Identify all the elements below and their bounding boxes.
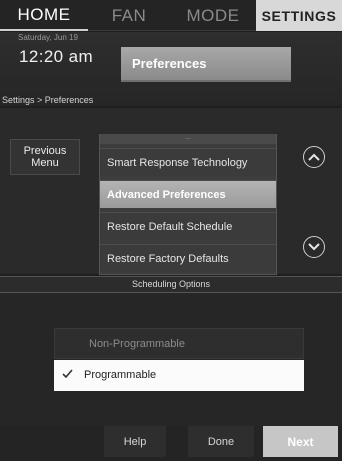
previous-menu-button[interactable]: Previous Menu [10,139,80,175]
top-tab-bar: HOME FAN MODE SETTINGS [0,0,342,31]
next-button[interactable]: Next [263,426,338,457]
tab-fan[interactable]: FAN [88,0,170,31]
help-button[interactable]: Help [104,426,166,457]
option-programmable[interactable]: Programmable [54,360,304,391]
list-item-restore-factory-defaults[interactable]: Restore Factory Defaults [100,244,276,272]
list-item-smart-response[interactable]: Smart Response Technology [100,148,276,176]
chevron-up-icon[interactable] [303,146,325,168]
tab-home[interactable]: HOME [0,0,88,31]
list-item-partial: ... [100,134,276,144]
done-button[interactable]: Done [188,426,254,457]
option-non-programmable[interactable]: Non-Programmable [54,328,304,359]
list-item-advanced-preferences[interactable]: Advanced Preferences [100,180,276,208]
checkmark-icon [62,360,84,391]
scheduling-options-header: Scheduling Options [0,276,342,293]
list-item-restore-default-schedule[interactable]: Restore Default Schedule [100,212,276,240]
checkmark-glyph [62,369,73,379]
chevron-down-icon[interactable] [303,236,325,258]
tab-settings[interactable]: SETTINGS [256,0,342,31]
tab-mode[interactable]: MODE [170,0,256,31]
breadcrumb: Settings > Preferences [2,95,94,105]
chevron-down-glyph [308,243,320,251]
chevron-up-glyph [308,153,320,161]
preferences-title-button: Preferences [121,47,291,82]
date-display: Saturday, Jun 19 [18,33,78,42]
time-display: 12:20 am [19,47,94,66]
option-programmable-label: Programmable [84,369,157,381]
